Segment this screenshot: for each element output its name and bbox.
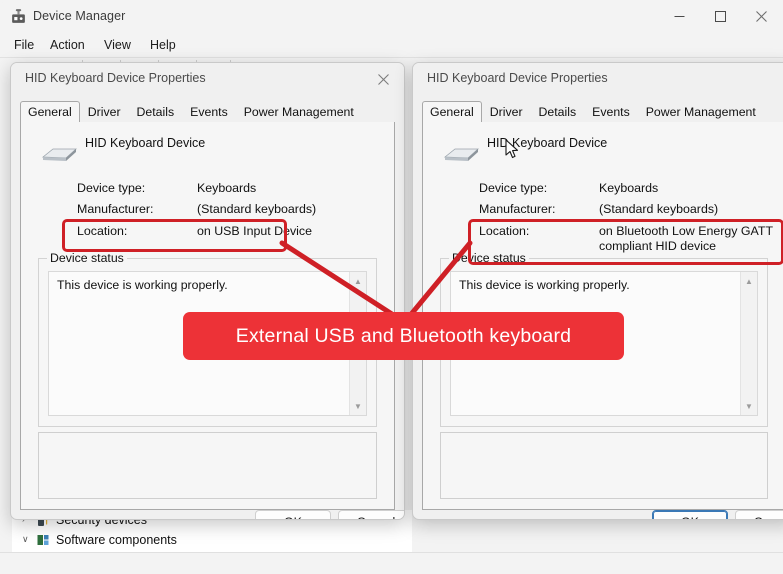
menu-bar: File Action View Help	[0, 33, 783, 57]
tab-driver[interactable]: Driver	[482, 101, 531, 124]
ok-button[interactable]: OK	[652, 510, 728, 519]
location-value: on USB Input Device	[197, 224, 313, 238]
cancel-button[interactable]: Cancel	[735, 510, 783, 519]
manufacturer-value: (Standard keyboards)	[599, 202, 719, 216]
close-button[interactable]	[741, 0, 782, 33]
scrollbar[interactable]: ▲ ▼	[349, 272, 366, 415]
device-type-value: Keyboards	[197, 181, 257, 195]
device-status-group: Device status This device is working pro…	[38, 251, 377, 427]
secondary-panel	[440, 432, 768, 499]
device-status-label: Device status	[47, 251, 127, 265]
device-status-box[interactable]: This device is working properly. ▲ ▼	[450, 271, 758, 416]
cancel-button[interactable]: Cancel	[338, 510, 404, 519]
tab-strip: General Driver Details Events Power Mana…	[422, 101, 783, 124]
device-type-label: Device type:	[479, 181, 548, 195]
manufacturer-label: Manufacturer:	[77, 202, 154, 216]
tab-details[interactable]: Details	[531, 101, 585, 124]
device-name: HID Keyboard Device	[487, 136, 608, 150]
minimize-button[interactable]	[659, 0, 700, 33]
menu-item-help[interactable]: Help	[142, 33, 184, 57]
location-value: on Bluetooth Low Energy GATT compliant H…	[599, 224, 773, 253]
device-type-label: Device type:	[77, 181, 146, 195]
secondary-panel	[38, 432, 377, 499]
window-titlebar: Device Manager	[0, 0, 783, 33]
dialog-titlebar: HID Keyboard Device Properties	[11, 63, 404, 95]
status-bar	[0, 552, 783, 574]
tab-general[interactable]: General	[20, 101, 80, 124]
scroll-up-icon[interactable]: ▲	[350, 273, 366, 289]
tab-details[interactable]: Details	[129, 101, 183, 124]
scroll-down-icon[interactable]: ▼	[350, 398, 366, 414]
ok-button[interactable]: OK	[255, 510, 331, 519]
manufacturer-label: Manufacturer:	[479, 202, 556, 216]
tab-events[interactable]: Events	[182, 101, 236, 124]
dialog-titlebar: HID Keyboard Device Properties	[413, 63, 783, 95]
scroll-up-icon[interactable]: ▲	[741, 273, 757, 289]
maximize-button[interactable]	[700, 0, 741, 33]
dialog-body: General Driver Details Events Power Mana…	[422, 95, 783, 519]
dialog-body: General Driver Details Events Power Mana…	[20, 95, 404, 519]
tab-page-general: HID Keyboard Device Device type: Keyboar…	[20, 122, 404, 519]
hid-keyboard-properties-dialog-left: HID Keyboard Device Properties General D…	[10, 62, 405, 520]
menu-item-file[interactable]: File	[6, 33, 42, 57]
menu-item-view[interactable]: View	[96, 33, 139, 57]
software-components-icon	[37, 535, 49, 545]
tab-events[interactable]: Events	[584, 101, 638, 124]
location-label: Location:	[77, 224, 128, 238]
scrollbar[interactable]: ▲ ▼	[740, 272, 757, 415]
tab-general[interactable]: General	[422, 101, 482, 124]
dialog-close-button[interactable]	[362, 63, 404, 95]
device-status-text: This device is working properly.	[57, 278, 228, 292]
list-item[interactable]: ∨ Software components	[12, 530, 412, 550]
manufacturer-value: (Standard keyboards)	[197, 202, 317, 216]
tab-strip: General Driver Details Events Power Mana…	[20, 101, 395, 124]
menu-item-action[interactable]: Action	[42, 33, 93, 57]
list-item-label: Software components	[56, 533, 177, 547]
tab-driver[interactable]: Driver	[80, 101, 129, 124]
dialog-title: HID Keyboard Device Properties	[25, 71, 206, 85]
hid-keyboard-properties-dialog-right: HID Keyboard Device Properties General D…	[412, 62, 783, 520]
keyboard-icon	[443, 148, 480, 161]
device-status-label: Device status	[449, 251, 529, 265]
device-status-box[interactable]: This device is working properly. ▲ ▼	[48, 271, 367, 416]
keyboard-icon	[41, 148, 78, 161]
location-label: Location:	[479, 224, 530, 238]
chevron-down-icon[interactable]: ∨	[22, 535, 31, 544]
scroll-down-icon[interactable]: ▼	[741, 398, 757, 414]
dialog-title: HID Keyboard Device Properties	[427, 71, 608, 85]
window-title: Device Manager	[33, 9, 126, 23]
tab-page-general: HID Keyboard Device Device type: Keyboar…	[422, 122, 783, 519]
device-status-group: Device status This device is working pro…	[440, 251, 768, 427]
device-name: HID Keyboard Device	[85, 136, 206, 150]
device-manager-icon	[12, 9, 25, 23]
tab-power-management[interactable]: Power Management	[638, 101, 764, 124]
tab-power-management[interactable]: Power Management	[236, 101, 362, 124]
device-status-text: This device is working properly.	[459, 278, 630, 292]
device-type-value: Keyboards	[599, 181, 659, 195]
